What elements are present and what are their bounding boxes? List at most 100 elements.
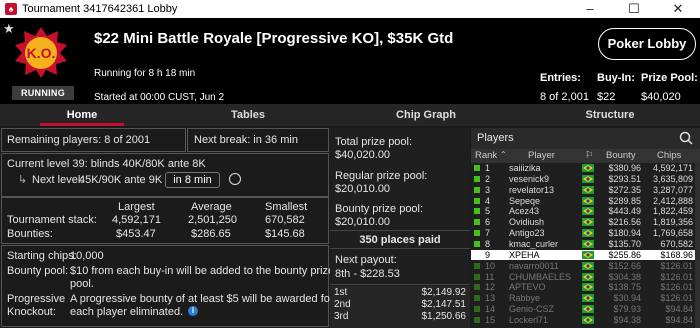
stack-label: Tournament stack: [7, 214, 97, 226]
entries-value: 8 of 2,001 [540, 91, 589, 103]
active-status-icon [474, 219, 480, 226]
table-row[interactable]: 5 Acez43 $443.49 1,822,459 [471, 206, 700, 217]
prizepool-label: Prize Pool: [641, 72, 698, 84]
next-level-value: 45K/90K ante 9K [79, 174, 163, 186]
active-status-icon [474, 165, 480, 171]
players-scrollbar[interactable] [695, 163, 700, 328]
player-chips: $126.01 [660, 271, 693, 282]
table-row[interactable]: 12 APTEVO $138.75 $126.01 [471, 282, 700, 293]
payout-place: 1st [334, 287, 348, 298]
player-chips: 2,412,888 [652, 195, 693, 206]
tab-tables[interactable]: Tables [164, 104, 332, 126]
total-prize-value: $40,020.00 [335, 149, 391, 161]
player-bounty: $304.38 [608, 271, 641, 282]
tab-home[interactable]: Home [0, 104, 164, 126]
table-row[interactable]: 7 Antigo23 $180.94 1,769,658 [471, 228, 700, 239]
window-titlebar: ♠ Tournament 3417642361 Lobby – ☐ ✕ [0, 0, 700, 18]
bounty-smallest: $145.68 [265, 228, 305, 240]
player-name: revelator13 [509, 184, 555, 195]
next-level-timer: in 8 min [165, 172, 220, 188]
player-name: APTEVO [509, 282, 546, 293]
next-break-panel: Next break: in 36 min [187, 128, 329, 152]
progressive-line2: each player eliminated. [70, 306, 184, 318]
minimize-button[interactable]: – [568, 0, 612, 18]
payout-place: 2nd [334, 299, 351, 310]
table-row[interactable]: 14 Genio-CSZ $79.93 $94.84 [471, 304, 700, 315]
player-chips: 3,635,809 [652, 173, 693, 184]
table-row[interactable]: 8 kmac_curler $135.70 670,582 [471, 239, 700, 250]
favorite-star-icon[interactable]: ★ [3, 21, 15, 37]
running-for-text: Running for 8 h 18 min [94, 68, 196, 79]
sort-asc-icon[interactable]: ⌃ [500, 150, 507, 159]
table-row[interactable]: 3 revelator13 $272.35 3,287,077 [471, 185, 700, 196]
info-icon[interactable]: i [188, 306, 198, 316]
player-chips: $168.96 [660, 249, 693, 260]
player-chips: 670,582 [660, 238, 693, 249]
started-at-text: Started at 00:00 CUST, Jun 2 [94, 92, 225, 103]
stats-header-largest: Largest [118, 201, 155, 213]
player-rank: 8 [485, 238, 491, 249]
stacks-panel: Largest Average Smallest Tournament stac… [1, 197, 329, 244]
active-status-icon [474, 252, 480, 258]
active-status-icon [474, 186, 480, 193]
table-row[interactable]: 15 Lockerl71 $94.38 $94.84 [471, 315, 700, 326]
poker-lobby-button[interactable]: Poker Lobby [598, 28, 696, 60]
player-rank: 3 [485, 184, 491, 195]
entries-label: Entries: [540, 72, 581, 84]
active-status-icon [474, 175, 480, 182]
table-row[interactable]: 1 saiiizika $380.96 4,592,171 [471, 163, 700, 174]
bounty-prize-value: $20,010.00 [335, 216, 391, 228]
stats-header-average: Average [191, 201, 232, 213]
bounty-average: $286.65 [191, 228, 231, 240]
progressive-line1: A progressive bounty of at least $5 will… [70, 293, 334, 305]
status-badge: RUNNING [12, 86, 74, 100]
table-row[interactable]: 11 CHUMBAELES $304.38 $126.01 [471, 272, 700, 283]
search-icon[interactable] [679, 131, 693, 145]
close-button[interactable]: ✕ [656, 0, 700, 18]
total-prize-label: Total prize pool: [335, 136, 413, 148]
players-column-header: Rank ⌃ Player ⚐ Bounty Chips [471, 149, 700, 163]
starting-chips-value: 10,000 [70, 250, 104, 262]
player-rank: 2 [485, 173, 491, 184]
logo-text: K.O. [27, 45, 56, 61]
table-row[interactable]: 2 vesenick9 $293.51 3,635,809 [471, 174, 700, 185]
regular-prize-label: Regular prize pool: [335, 170, 428, 182]
player-name: Genio-CSZ [509, 304, 555, 315]
divider [330, 248, 470, 249]
player-rank: 14 [485, 304, 496, 315]
active-status-icon [474, 316, 480, 323]
tab-structure[interactable]: Structure [520, 104, 700, 126]
player-chips: $126.01 [660, 282, 693, 293]
maximize-button[interactable]: ☐ [612, 0, 656, 18]
col-rank[interactable]: Rank [475, 150, 497, 161]
player-name: kmac_curler [509, 238, 559, 249]
table-row[interactable]: 10 navarro0011 $152.66 $126.01 [471, 261, 700, 272]
payout-amount: $1,250.66 [421, 311, 467, 322]
player-rank: 1 [485, 163, 491, 173]
table-row[interactable]: 4 Sepeqe $289.85 2,412,888 [471, 196, 700, 207]
player-bounty: $293.51 [608, 173, 641, 184]
col-chips[interactable]: Chips [657, 150, 681, 161]
tab-chip-graph[interactable]: Chip Graph [332, 104, 520, 126]
player-bounty: $94.38 [613, 314, 641, 325]
players-title: Players [477, 132, 514, 144]
table-row[interactable]: 6 Ovidiush $216.56 1,819,356 [471, 217, 700, 228]
player-rank: 9 [485, 249, 491, 260]
bounty-pool-line1: $10 from each buy-in will be added to th… [70, 265, 335, 277]
stack-average: 2,501,250 [188, 214, 237, 226]
table-row[interactable]: 13 Rabbye $30.94 $126.01 [471, 293, 700, 304]
col-bounty[interactable]: Bounty [606, 150, 636, 161]
remaining-players-text: Remaining players: 8 of 2001 [7, 134, 151, 146]
player-chips: $94.84 [665, 304, 693, 315]
player-name: Lockerl71 [509, 314, 549, 325]
player-chips: 1,769,658 [652, 228, 693, 239]
prizepool-value: $40,020 [641, 91, 681, 103]
table-row[interactable]: 9 XPEHA $255.86 $168.96 [471, 249, 700, 261]
clock-icon[interactable] [229, 173, 241, 185]
tab-bar: Home Tables Chip Graph Structure [0, 104, 700, 126]
players-header: Players [471, 128, 700, 149]
flag-column-icon[interactable]: ⚐ [585, 150, 594, 161]
player-rank: 11 [485, 271, 495, 282]
col-player[interactable]: Player [528, 150, 555, 161]
player-chips: 1,819,356 [652, 217, 693, 228]
